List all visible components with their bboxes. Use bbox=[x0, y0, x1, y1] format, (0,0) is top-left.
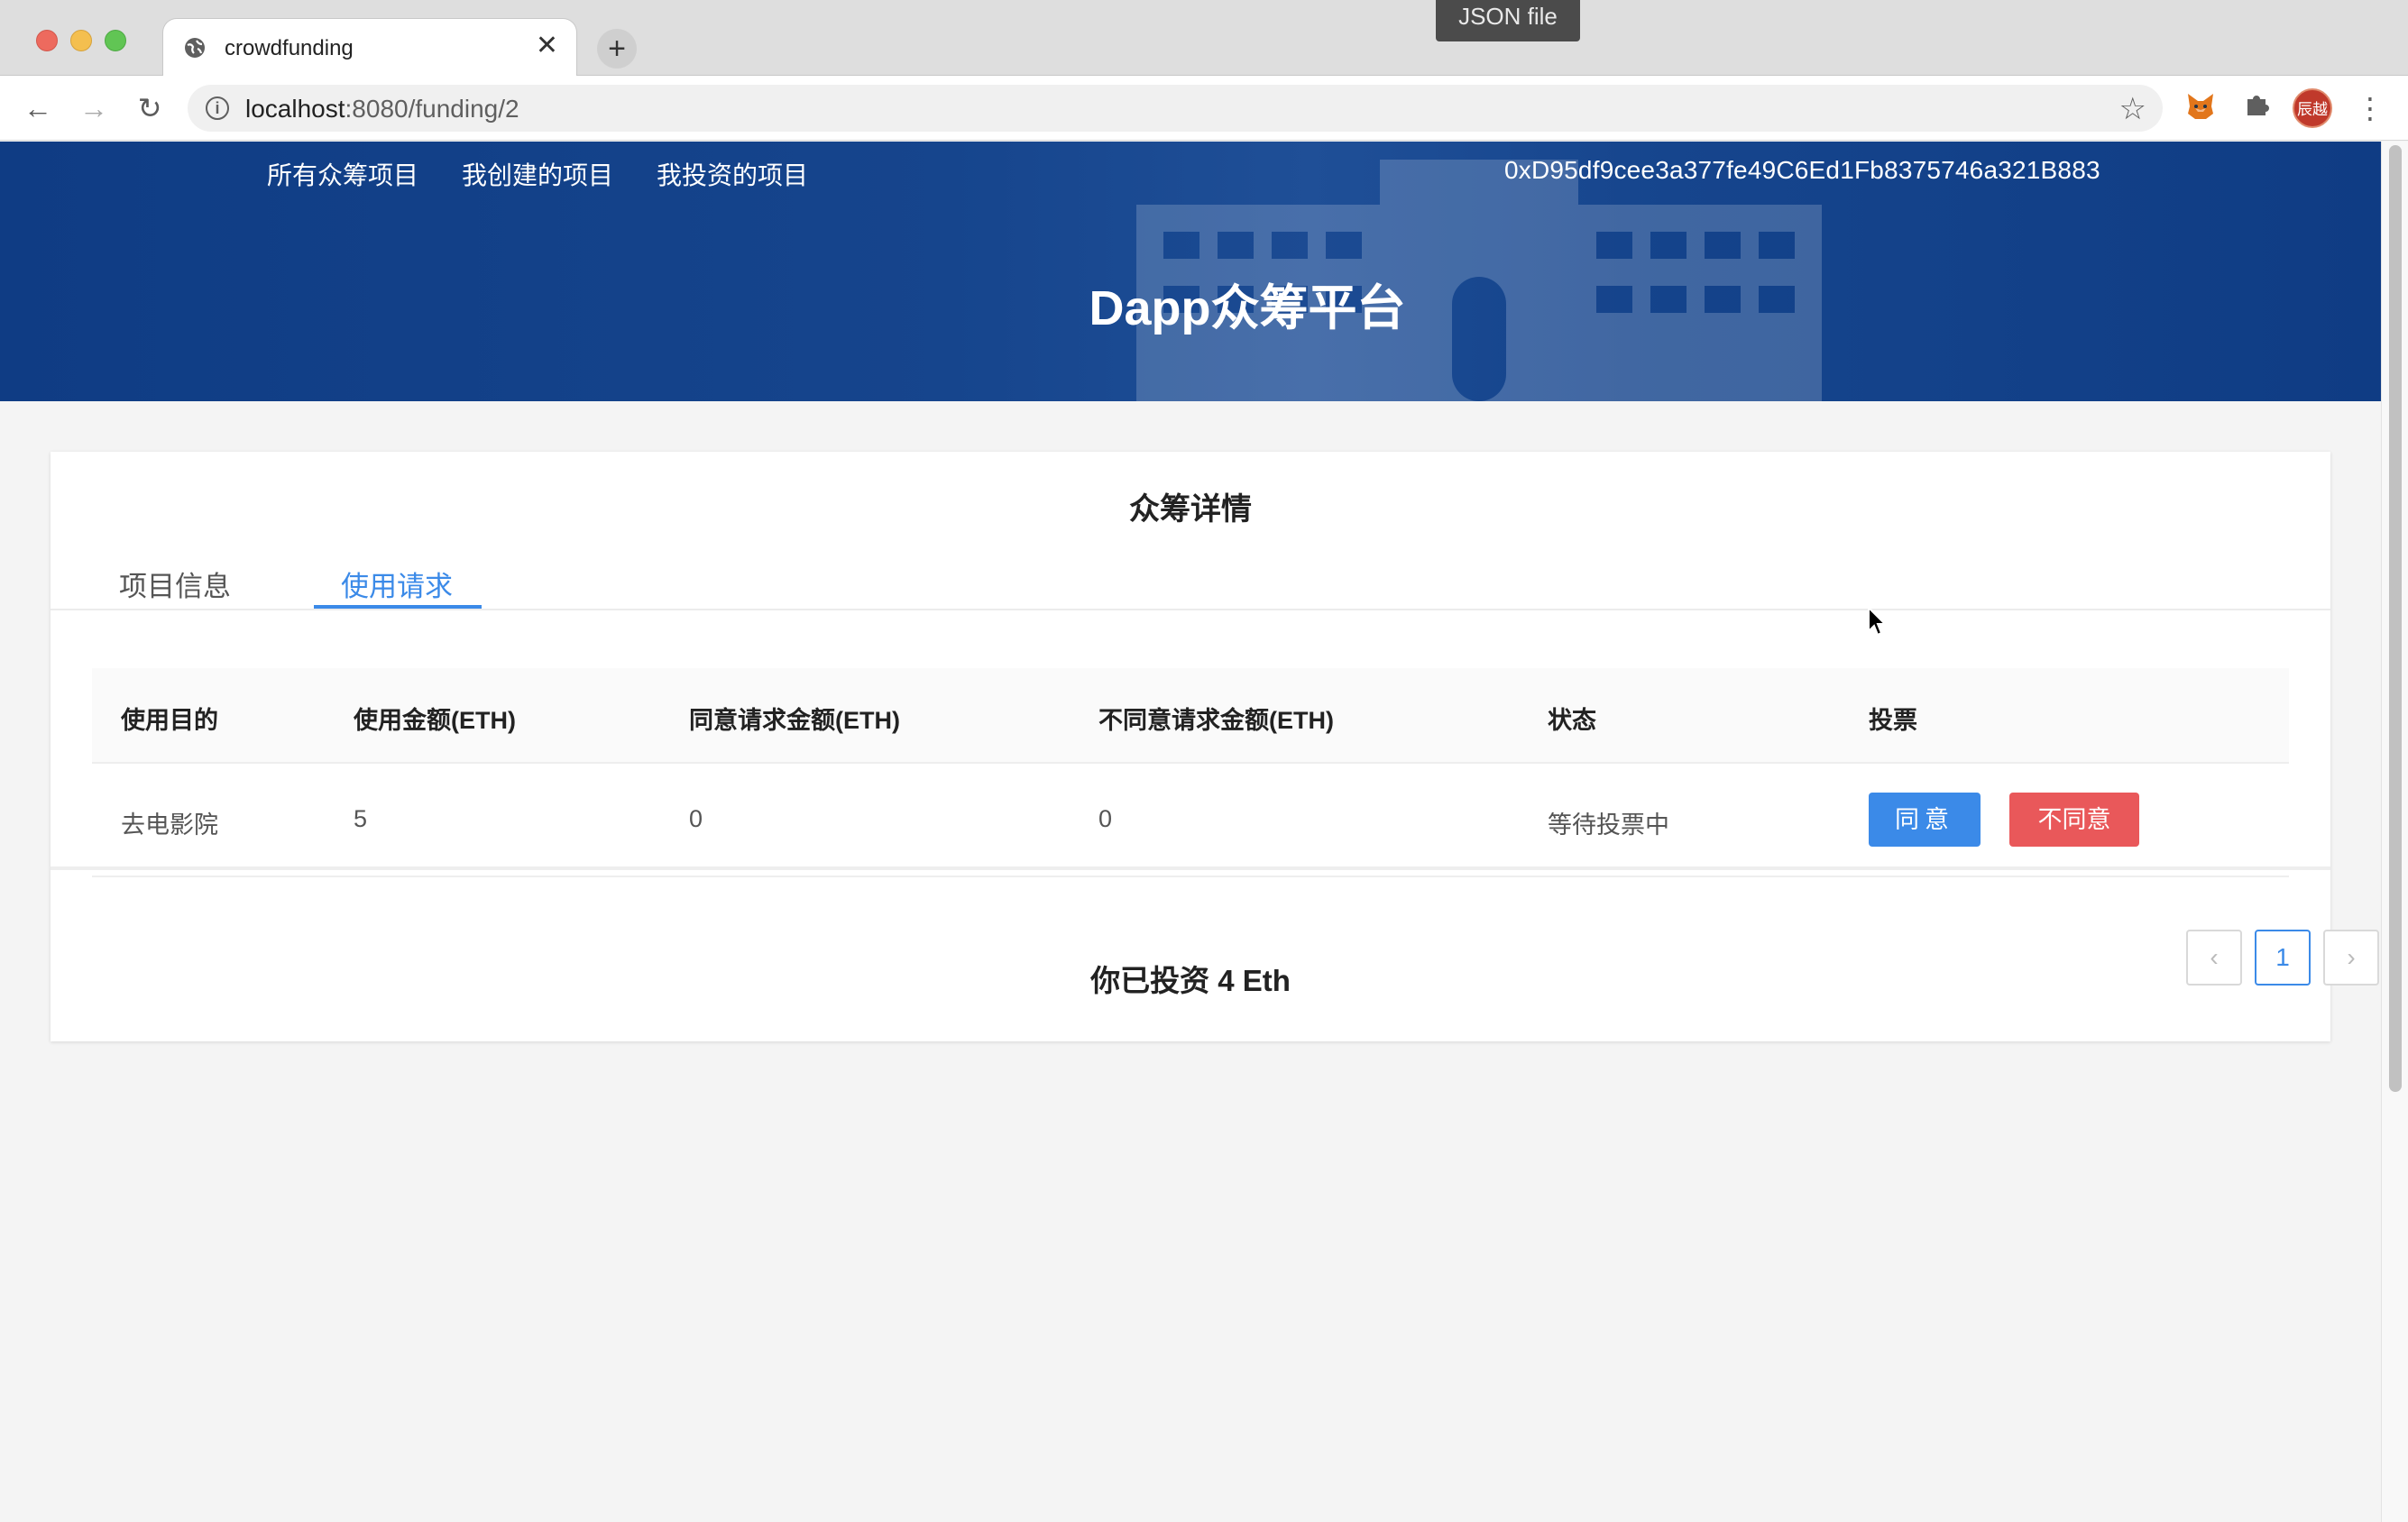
cell-disagree-amount: 0 bbox=[1098, 805, 1113, 832]
column-header-vote: 投票 bbox=[1869, 707, 1917, 734]
next-page-button[interactable]: › bbox=[2323, 930, 2379, 986]
cell-amount: 5 bbox=[354, 805, 368, 832]
account-address: 0xD95df9cee3a377fe49C6Ed1Fb8375746a321B8… bbox=[1504, 156, 2100, 184]
tab-usage-requests[interactable]: 使用请求 bbox=[341, 564, 453, 604]
bookmark-star-icon[interactable]: ☆ bbox=[2119, 91, 2146, 127]
browser-menu-icon[interactable]: ⋮ bbox=[2356, 90, 2385, 126]
column-header-agree-amount: 同意请求金额(ETH) bbox=[689, 707, 900, 734]
scrollbar-thumb[interactable] bbox=[2389, 145, 2402, 1092]
agree-button[interactable]: 同意 bbox=[1869, 793, 1981, 847]
tab-title: crowdfunding bbox=[225, 36, 354, 60]
tooltip: JSON file bbox=[1436, 0, 1580, 41]
column-header-purpose: 使用目的 bbox=[121, 707, 218, 734]
new-tab-button[interactable]: + bbox=[597, 29, 637, 69]
address-bar[interactable]: i localhost:8080/funding/2 ☆ bbox=[188, 85, 2163, 132]
tab-project-info[interactable]: 项目信息 bbox=[119, 564, 231, 604]
page-scrollbar[interactable] bbox=[2381, 142, 2408, 1522]
reload-icon[interactable]: ↻ bbox=[130, 88, 170, 128]
column-header-disagree-amount: 不同意请求金额(ETH) bbox=[1098, 707, 1334, 734]
info-icon[interactable]: i bbox=[206, 96, 229, 120]
card-title: 众筹详情 bbox=[1129, 492, 1252, 527]
cell-purpose: 去电影院 bbox=[121, 811, 218, 839]
extensions-puzzle-icon[interactable] bbox=[2238, 90, 2275, 126]
globe-icon bbox=[185, 38, 205, 58]
close-window-button[interactable] bbox=[36, 30, 58, 51]
browser-titlebar: crowdfunding ✕ + JSON file bbox=[0, 0, 2408, 76]
nav-my-invested-projects[interactable]: 我投资的项目 bbox=[657, 156, 808, 192]
header-banner: 所有众筹项目 我创建的项目 我投资的项目 0xD95df9cee3a377fe4… bbox=[0, 142, 2381, 401]
page-title: Dapp众筹平台 bbox=[1089, 281, 1406, 335]
nav-my-created-projects[interactable]: 我创建的项目 bbox=[462, 156, 613, 192]
nav-all-projects[interactable]: 所有众筹项目 bbox=[267, 156, 418, 192]
url-path: :8080/funding/2 bbox=[345, 95, 519, 123]
mouse-cursor-icon bbox=[1868, 606, 1888, 637]
cell-agree-amount: 0 bbox=[689, 805, 703, 832]
profile-avatar[interactable]: 辰越 bbox=[2293, 88, 2332, 128]
column-header-amount: 使用金额(ETH) bbox=[354, 707, 516, 734]
metamask-fox-icon[interactable] bbox=[2183, 90, 2219, 126]
minimize-window-button[interactable] bbox=[70, 30, 92, 51]
table-row: 去电影院 5 0 0 等待投票中 同意 不同意 bbox=[92, 764, 2289, 877]
url-host: localhost bbox=[245, 95, 345, 123]
column-header-status: 状态 bbox=[1548, 707, 1596, 734]
detail-tabs: 项目信息 使用请求 bbox=[51, 546, 2330, 610]
back-arrow-icon[interactable]: ← bbox=[18, 88, 58, 128]
invested-amount-text: 你已投资 4 Eth bbox=[1090, 964, 1291, 997]
table-header: 使用目的 使用金额(ETH) 同意请求金额(ETH) 不同意请求金额(ETH) … bbox=[92, 668, 2289, 764]
disagree-button[interactable]: 不同意 bbox=[2009, 793, 2139, 847]
browser-toolbar: ← → ↻ i localhost:8080/funding/2 ☆ 辰越 ⋮ bbox=[0, 76, 2408, 141]
close-tab-icon[interactable]: ✕ bbox=[536, 32, 558, 60]
active-tab-indicator bbox=[314, 605, 482, 609]
investment-summary: 你已投资 4 Eth bbox=[51, 866, 2330, 1041]
funding-detail-card: 众筹详情 项目信息 使用请求 使用目的 使用金额(ETH) 同意请求金额(ETH… bbox=[51, 452, 2379, 1041]
cell-status: 等待投票中 bbox=[1548, 811, 1669, 839]
browser-tab[interactable]: crowdfunding ✕ bbox=[162, 18, 577, 76]
page-viewport: 所有众筹项目 我创建的项目 我投资的项目 0xD95df9cee3a377fe4… bbox=[0, 142, 2408, 1522]
zoom-window-button[interactable] bbox=[105, 30, 126, 51]
url-text[interactable]: localhost:8080/funding/2 bbox=[245, 95, 519, 124]
forward-arrow-icon[interactable]: → bbox=[74, 88, 114, 128]
